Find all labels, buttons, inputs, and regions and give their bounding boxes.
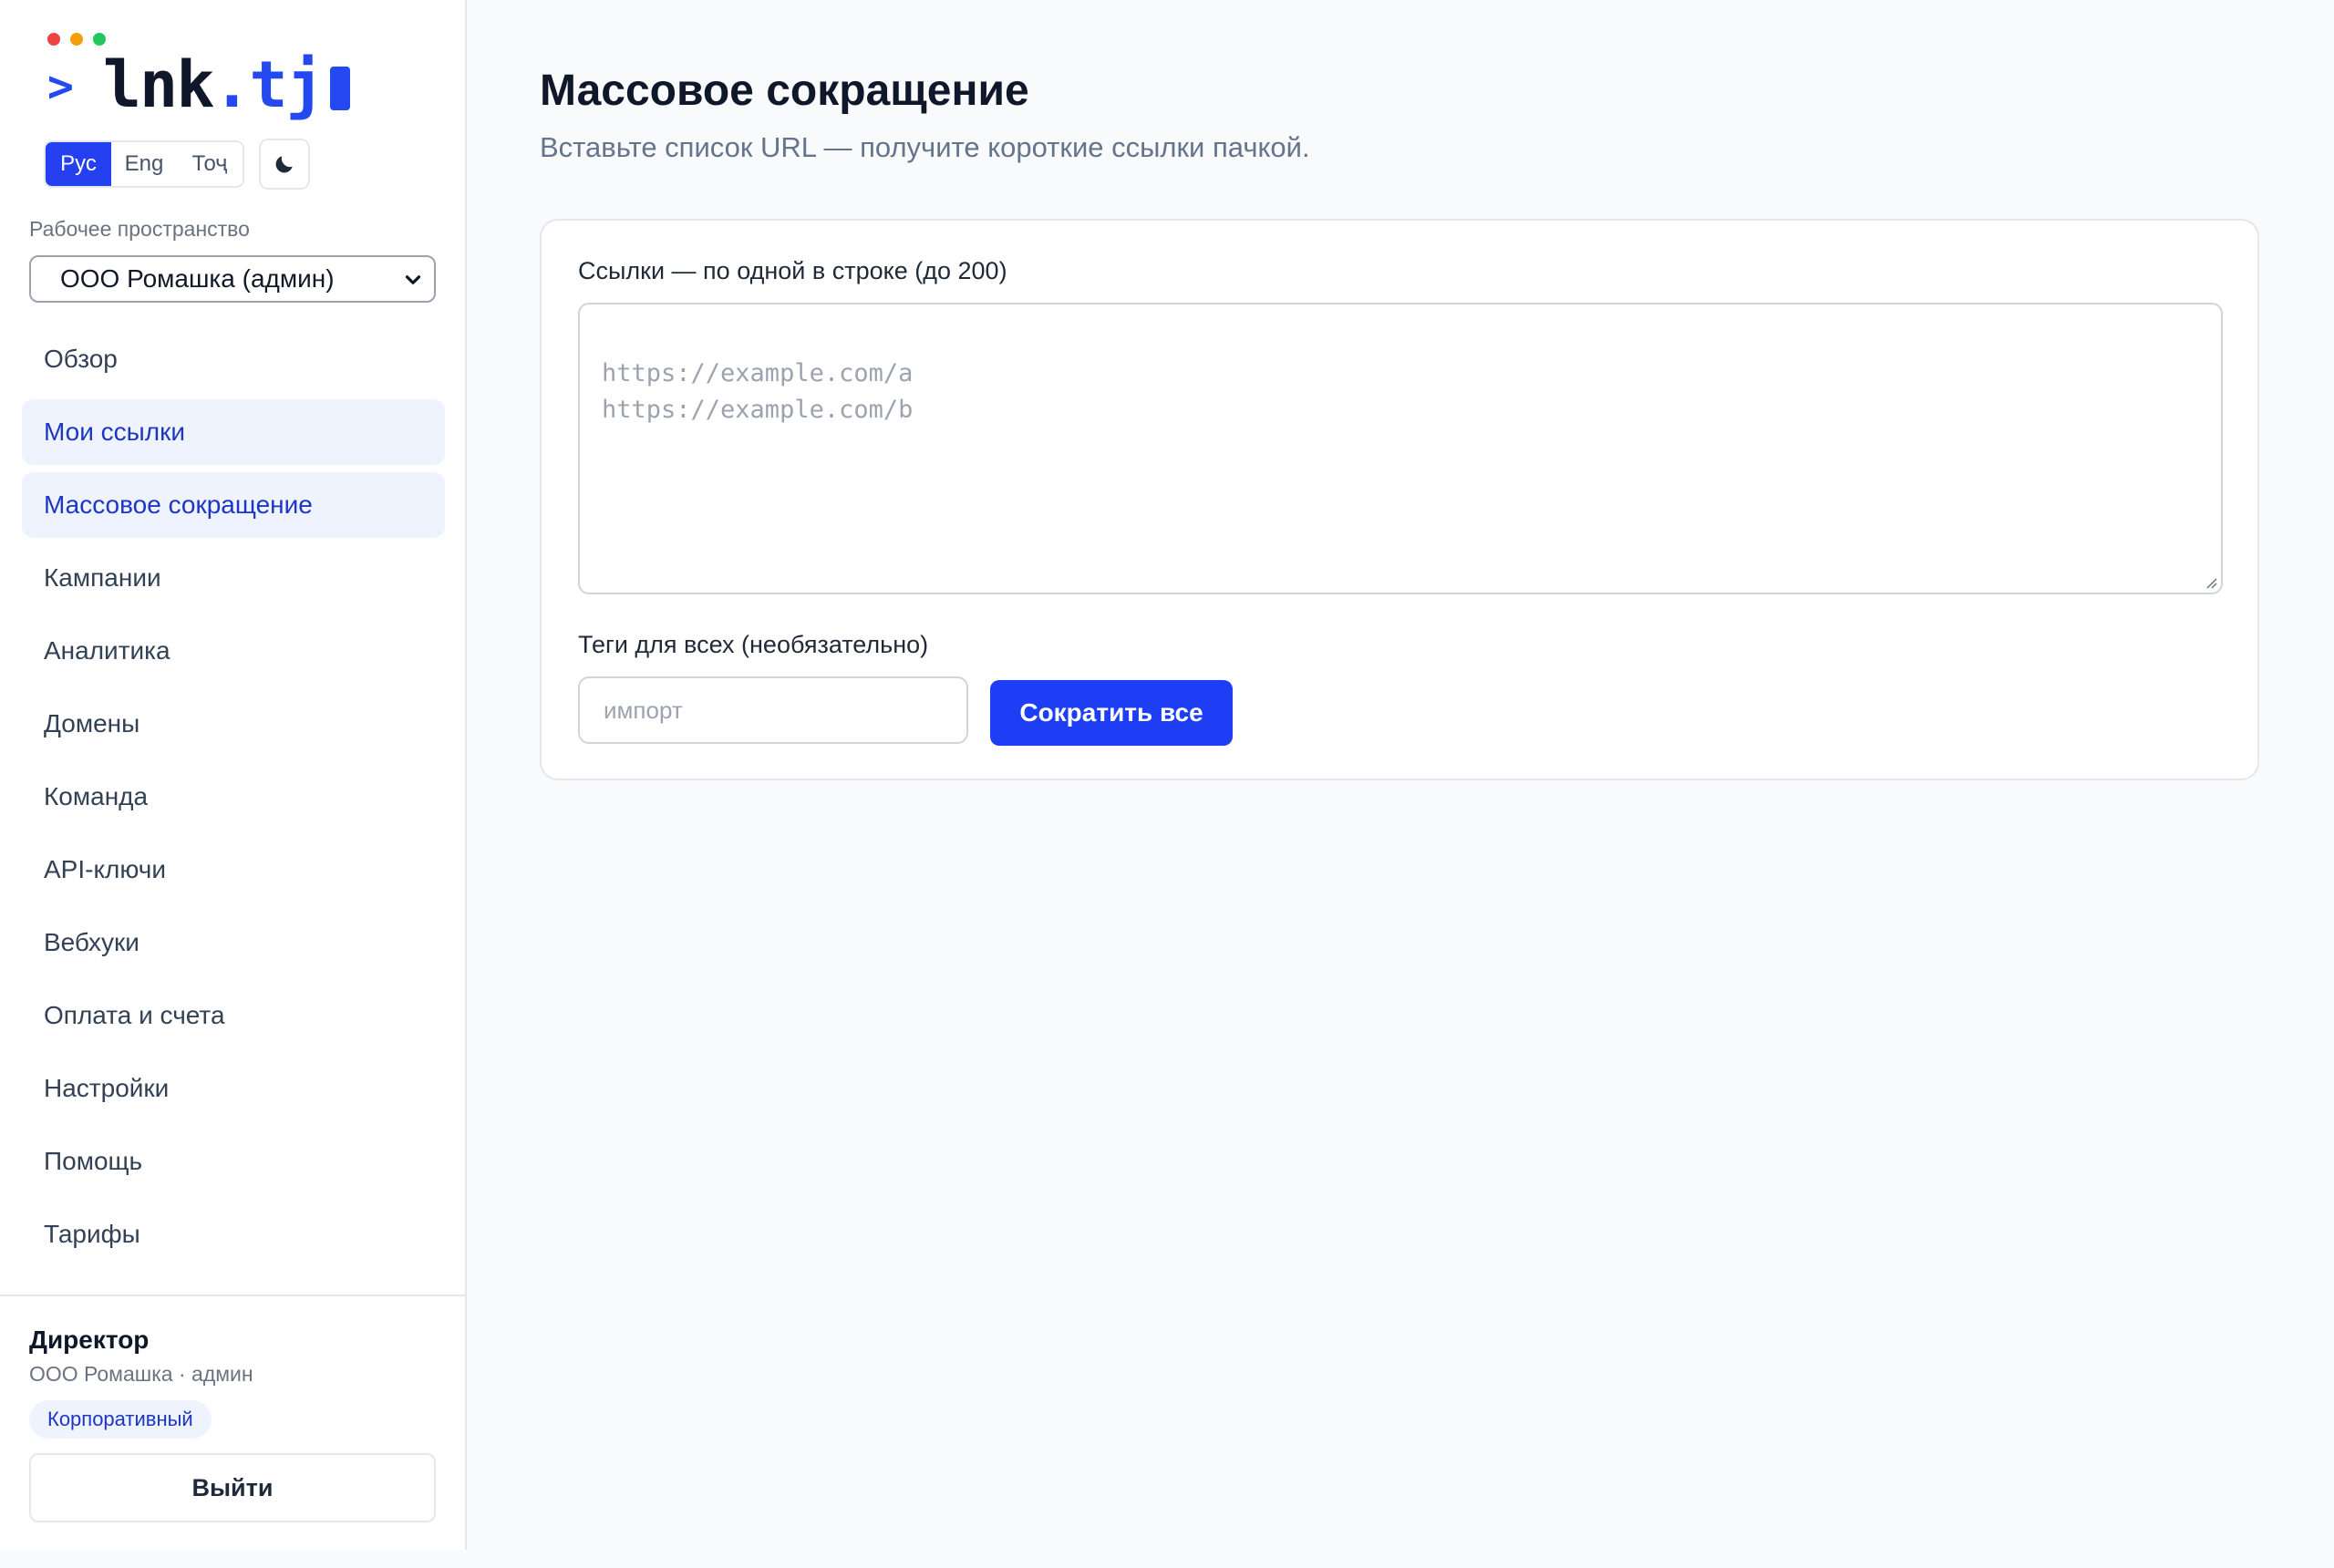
theme-toggle-button[interactable] <box>259 139 310 190</box>
user-name: Директор <box>29 1326 150 1354</box>
logo-cursor <box>329 67 350 110</box>
bulk-shorten-card: Ссылки — по одной в строке (до 200) http… <box>540 219 2259 780</box>
tags-input[interactable]: импорт <box>578 676 968 744</box>
sidebar-item-overview[interactable]: Обзор <box>22 326 445 392</box>
sidebar-item-bulk-shorten[interactable]: Массовое сокращение <box>22 472 445 538</box>
main-content: Массовое сокращение Вставьте список URL … <box>469 0 2334 1568</box>
maximize-dot[interactable] <box>93 33 106 46</box>
sidebar-item-domains[interactable]: Домены <box>22 691 445 757</box>
logo-name: lnk <box>102 47 214 122</box>
tags-placeholder: импорт <box>604 696 683 724</box>
lang-option-tj[interactable]: Тоҷ <box>177 142 243 186</box>
user-org: ООО Ромашка · админ <box>29 1362 253 1386</box>
lang-option-ru[interactable]: Рус <box>46 142 111 186</box>
sidebar-item-my-links[interactable]: Мои ссылки <box>22 399 445 465</box>
sidebar-item-settings[interactable]: Настройки <box>22 1056 445 1121</box>
lang-option-en[interactable]: Eng <box>111 142 177 186</box>
sidebar-item-help[interactable]: Помощь <box>22 1129 445 1194</box>
resize-handle-icon[interactable] <box>2203 574 2217 589</box>
chevron-down-icon <box>405 275 421 284</box>
tags-label: Теги для всех (необязательно) <box>578 631 929 658</box>
workspace-selected-value: ООО Ромашка (админ) <box>60 264 335 293</box>
workspace-select[interactable]: ООО Ромашка (админ) <box>29 255 436 303</box>
page-subtitle: Вставьте список URL — получите короткие … <box>540 131 1310 163</box>
urls-placeholder: https://example.com/a https://example.co… <box>602 359 914 424</box>
urls-textarea[interactable]: https://example.com/a https://example.co… <box>578 303 2223 594</box>
logo-tld: .tj <box>212 47 324 122</box>
sidebar-item-api-keys[interactable]: API-ключи <box>22 837 445 903</box>
close-dot[interactable] <box>47 33 60 46</box>
sidebar-item-team[interactable]: Команда <box>22 764 445 830</box>
page-title: Массовое сокращение <box>540 67 1029 115</box>
window-dots <box>47 33 106 46</box>
language-switcher: Рус Eng Тоҷ <box>44 140 244 188</box>
workspace-label: Рабочее пространство <box>29 217 250 241</box>
logo-prompt: > <box>47 61 74 112</box>
minimize-dot[interactable] <box>70 33 83 46</box>
shorten-all-button[interactable]: Сократить все <box>990 680 1233 746</box>
sidebar-footer: Директор ООО Ромашка · админ Корпоративн… <box>0 1295 465 1550</box>
sidebar-item-analytics[interactable]: Аналитика <box>22 618 445 684</box>
sidebar-nav: Обзор Мои ссылки Массовое сокращение Кам… <box>22 326 445 1274</box>
logout-button[interactable]: Выйти <box>29 1453 436 1522</box>
sidebar: > lnk .tj Рус Eng Тоҷ Рабочее пространст… <box>0 0 467 1550</box>
sidebar-item-campaigns[interactable]: Кампании <box>22 545 445 611</box>
plan-badge: Корпоративный <box>29 1400 212 1439</box>
urls-label: Ссылки — по одной в строке (до 200) <box>578 257 1007 284</box>
sidebar-item-pricing[interactable]: Тарифы <box>22 1202 445 1267</box>
sidebar-item-webhooks[interactable]: Вебхуки <box>22 910 445 975</box>
sidebar-item-billing[interactable]: Оплата и счета <box>22 983 445 1048</box>
logo[interactable]: > lnk .tj <box>47 47 350 122</box>
moon-icon <box>275 156 293 173</box>
